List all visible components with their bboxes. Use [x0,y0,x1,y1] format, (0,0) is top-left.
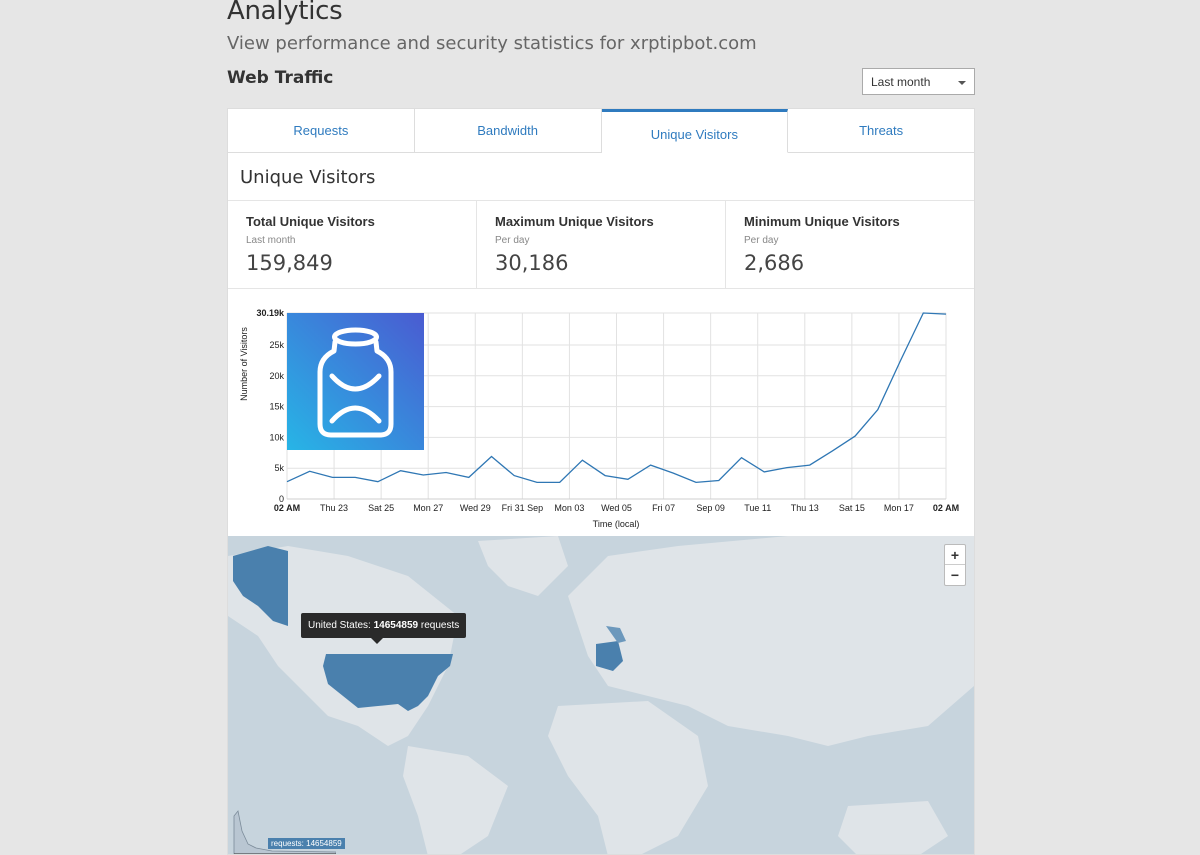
stat-sub: Per day [744,235,779,246]
stat-maximum: Maximum Unique Visitors Per day 30,186 [477,201,726,288]
y-tick-label: 10k [269,432,284,442]
stat-sub: Last month [246,235,296,246]
page-title: Analytics [227,0,343,26]
zoom-out-button[interactable]: − [945,565,965,585]
analytics-card: Requests Bandwidth Unique Visitors Threa… [227,108,975,855]
tab-requests[interactable]: Requests [228,109,415,153]
x-tick-label: Wed 05 [601,503,632,513]
x-axis-label: Time (local) [593,519,640,529]
tooltip-country: United States: [308,620,371,631]
tab-bandwidth[interactable]: Bandwidth [414,109,602,153]
period-select[interactable]: Last month [862,68,975,95]
y-tick-label: 30.19k [256,308,285,318]
x-tick-label: Fri 07 [652,503,675,513]
stat-label: Minimum Unique Visitors [744,214,900,229]
x-tick-label: Tue 11 [744,503,771,513]
section-title: Web Traffic [227,68,334,88]
map-zoom-control: + − [944,544,966,586]
x-tick-label: Sep 09 [696,503,725,513]
stat-total: Total Unique Visitors Last month 159,849 [228,201,477,288]
map-tooltip: United States: 14654859 requests [301,613,467,644]
y-tick-label: 25k [269,340,284,350]
x-tick-label: 02 AM [274,503,300,513]
map-land-greenland [478,536,568,596]
period-select-value: Last month [871,75,931,89]
xrp-tipbot-logo [287,313,424,450]
x-tick-label: Mon 17 [884,503,914,513]
stat-value: 30,186 [495,251,569,275]
stat-value: 2,686 [744,251,805,275]
x-tick-label: Thu 13 [791,503,819,513]
stat-value: 159,849 [246,251,333,275]
world-map-svg [228,536,974,854]
x-tick-label: 02 AM [933,503,959,513]
x-tick-label: Sat 15 [839,503,865,513]
stat-minimum: Minimum Unique Visitors Per day 2,686 [726,201,974,288]
chevron-down-icon [958,81,966,85]
map-land-south-america [403,746,508,854]
map-land-australia [838,801,948,854]
tooltip-unit: requests [420,620,460,631]
panel-heading: Unique Visitors [240,167,376,188]
x-tick-label: Sat 25 [368,503,394,513]
stat-label: Total Unique Visitors [246,214,375,229]
tab-bar: Requests Bandwidth Unique Visitors Threa… [228,109,974,153]
zoom-in-button[interactable]: + [945,545,965,565]
tab-unique-visitors[interactable]: Unique Visitors [601,109,789,153]
tooltip-value: 14654859 [373,620,419,631]
map-land-africa [548,701,708,854]
y-axis-label: Number of Visitors [239,327,249,401]
visitors-line-chart: 05k10k15k20k25k30.19k 02 AM Thu 23 Sat 25 M… [239,308,959,529]
x-tick-label: Mon 27 [413,503,443,513]
y-tick-label: 5k [274,463,284,473]
stat-sub: Per day [495,235,530,246]
tab-threats[interactable]: Threats [788,109,974,153]
y-tick-label: 15k [269,402,284,412]
stats-row: Total Unique Visitors Last month 159,849… [228,201,974,289]
x-tick-label: Mon 03 [554,503,584,513]
y-tick-label: 20k [269,371,284,381]
x-tick-label: Wed 29 [460,503,491,513]
stat-label: Maximum Unique Visitors [495,214,654,229]
x-tick-label: Fri 31 Sep [502,503,544,513]
legend-label: requests: 14654859 [268,838,345,849]
page-subtitle: View performance and security statistics… [227,33,757,54]
x-tick-label: Thu 23 [320,503,348,513]
world-map[interactable]: + − United States: 14654859 requests req… [228,536,974,854]
